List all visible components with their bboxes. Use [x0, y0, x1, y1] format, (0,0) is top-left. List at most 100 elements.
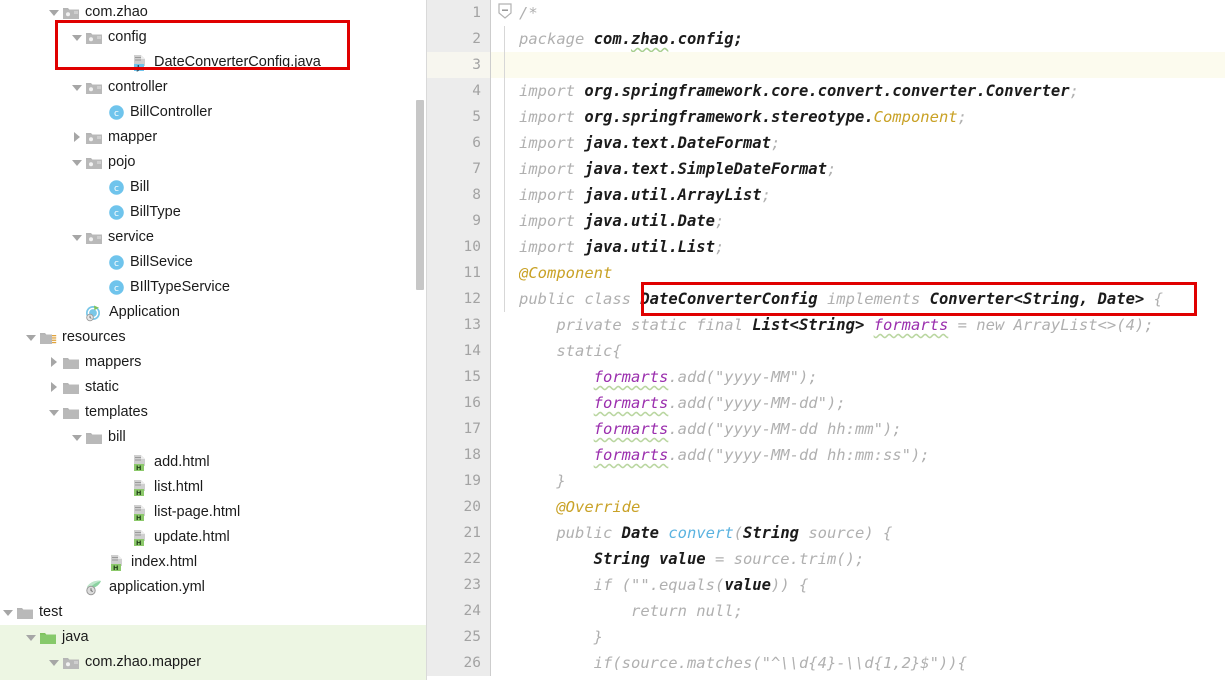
chevron-down-icon[interactable] [46, 400, 62, 425]
code-text[interactable]: package com.zhao.config; [519, 26, 1225, 52]
tree-item-mapper[interactable]: mapper [0, 125, 427, 150]
code-text[interactable]: formarts.add("yyyy-MM-dd hh:mm"); [519, 416, 1225, 442]
project-tree[interactable]: com.zhao config J DateConverterConfig.java c… [0, 0, 427, 680]
tree-item-application-yml[interactable]: application.yml [0, 575, 427, 600]
chevron-down-icon[interactable] [46, 650, 62, 675]
code-line[interactable]: 26 if(source.matches("^\\d{4}-\\d{1,2}$"… [427, 650, 1225, 676]
code-text[interactable]: if ("".equals(value)) { [519, 572, 1225, 598]
code-line[interactable]: 1 /* [427, 0, 1225, 26]
code-text[interactable]: private static final List<String> formar… [519, 312, 1225, 338]
line-number[interactable]: 21 [427, 520, 491, 546]
tree-item-bill[interactable]: bill [0, 425, 427, 450]
code-line[interactable]: 22 String value = source.trim(); [427, 546, 1225, 572]
line-number[interactable]: 15 [427, 364, 491, 390]
code-text[interactable]: formarts.add("yyyy-MM-dd"); [519, 390, 1225, 416]
line-number[interactable]: 23 [427, 572, 491, 598]
code-text[interactable]: import org.springframework.stereotype.Co… [519, 104, 1225, 130]
code-text[interactable]: String value = source.trim(); [519, 546, 1225, 572]
code-line[interactable]: 5 import org.springframework.stereotype.C… [427, 104, 1225, 130]
line-number[interactable]: 6 [427, 130, 491, 156]
code-line[interactable]: 4 import org.springframework.core.convert… [427, 78, 1225, 104]
code-text[interactable]: formarts.add("yyyy-MM-dd hh:mm:ss"); [519, 442, 1225, 468]
chevron-down-icon[interactable] [46, 0, 62, 25]
tree-item-billtype[interactable]: c BillType [0, 200, 427, 225]
line-number[interactable]: 17 [427, 416, 491, 442]
code-text[interactable]: if(source.matches("^\\d{4}-\\d{1,2}$")){ [519, 650, 1225, 676]
line-number[interactable]: 14 [427, 338, 491, 364]
code-text[interactable]: /* [519, 0, 1225, 26]
tree-item-list-html[interactable]: Hlist.html [0, 475, 427, 500]
tree-item-application[interactable]: Application [0, 300, 427, 325]
tree-item-templates[interactable]: templates [0, 400, 427, 425]
line-number[interactable]: 13 [427, 312, 491, 338]
tree-item-service[interactable]: service [0, 225, 427, 250]
chevron-down-icon[interactable] [23, 625, 39, 650]
line-number[interactable]: 7 [427, 156, 491, 182]
tree-item-index-html[interactable]: Hindex.html [0, 550, 427, 575]
code-text[interactable]: } [519, 468, 1225, 494]
code-line[interactable]: 9 import java.util.Date; [427, 208, 1225, 234]
chevron-down-icon[interactable] [69, 25, 85, 50]
project-tree-scrollbar[interactable] [416, 100, 424, 290]
code-line[interactable]: 8 import java.util.ArrayList; [427, 182, 1225, 208]
line-number[interactable]: 10 [427, 234, 491, 260]
code-line[interactable]: 3 [427, 52, 1225, 78]
tree-item-list-page-html[interactable]: Hlist-page.html [0, 500, 427, 525]
code-line[interactable]: 23 if ("".equals(value)) { [427, 572, 1225, 598]
tree-item-test[interactable]: test [0, 600, 427, 625]
code-text[interactable]: import java.text.DateFormat; [519, 130, 1225, 156]
code-text[interactable]: import java.text.SimpleDateFormat; [519, 156, 1225, 182]
line-number[interactable]: 26 [427, 650, 491, 676]
code-line[interactable]: 25 } [427, 624, 1225, 650]
code-line[interactable]: 13 private static final List<String> for… [427, 312, 1225, 338]
code-text[interactable]: import java.util.ArrayList; [519, 182, 1225, 208]
line-number[interactable]: 3 [427, 52, 491, 78]
chevron-down-icon[interactable] [69, 75, 85, 100]
code-line[interactable]: 12 public class DateConverterConfig imple… [427, 286, 1225, 312]
code-text[interactable] [519, 52, 1225, 78]
tree-item-billsevice[interactable]: c BillSevice [0, 250, 427, 275]
line-number[interactable]: 16 [427, 390, 491, 416]
code-text[interactable]: import java.util.Date; [519, 208, 1225, 234]
panel-divider[interactable] [426, 0, 427, 680]
code-line[interactable]: 15 formarts.add("yyyy-MM"); [427, 364, 1225, 390]
line-number[interactable]: 18 [427, 442, 491, 468]
code-line[interactable]: 11 @Component [427, 260, 1225, 286]
tree-item-config[interactable]: config [0, 25, 427, 50]
line-number[interactable]: 1 [427, 0, 491, 26]
tree-item-java[interactable]: java [0, 625, 427, 650]
tree-item-com-zhao-mapper[interactable]: com.zhao.mapper [0, 650, 427, 675]
chevron-down-icon[interactable] [69, 225, 85, 250]
tree-item-add-html[interactable]: Hadd.html [0, 450, 427, 475]
line-number[interactable]: 19 [427, 468, 491, 494]
chevron-right-icon[interactable] [46, 350, 62, 375]
project-tool-window[interactable]: com.zhao config J DateConverterConfig.java c… [0, 0, 427, 680]
code-text[interactable]: import org.springframework.core.convert.… [519, 78, 1225, 104]
code-text[interactable]: import java.util.List; [519, 234, 1225, 260]
code-text[interactable]: } [519, 624, 1225, 650]
code-line[interactable]: 2 package com.zhao.config; [427, 26, 1225, 52]
code-line[interactable]: 18 formarts.add("yyyy-MM-dd hh:mm:ss"); [427, 442, 1225, 468]
code-line[interactable]: 7 import java.text.SimpleDateFormat; [427, 156, 1225, 182]
tree-item-com-zhao[interactable]: com.zhao [0, 0, 427, 25]
code-text[interactable]: return null; [519, 598, 1225, 624]
code-line[interactable]: 24 return null; [427, 598, 1225, 624]
line-number[interactable]: 20 [427, 494, 491, 520]
code-text[interactable]: public class DateConverterConfig impleme… [519, 286, 1225, 312]
line-number[interactable]: 24 [427, 598, 491, 624]
code-line[interactable]: 17 formarts.add("yyyy-MM-dd hh:mm"); [427, 416, 1225, 442]
code-line[interactable]: 16 formarts.add("yyyy-MM-dd"); [427, 390, 1225, 416]
code-text[interactable]: @Component [519, 260, 1225, 286]
code-lines[interactable]: 1 /* 2 package com.zhao.config; 3 4 import org… [427, 0, 1225, 680]
tree-item-bill[interactable]: c Bill [0, 175, 427, 200]
tree-item-static[interactable]: static [0, 375, 427, 400]
code-text[interactable]: static{ [519, 338, 1225, 364]
code-text[interactable]: formarts.add("yyyy-MM"); [519, 364, 1225, 390]
line-number[interactable]: 8 [427, 182, 491, 208]
code-line[interactable]: 21 public Date convert(String source) { [427, 520, 1225, 546]
chevron-down-icon[interactable] [23, 325, 39, 350]
tree-item-dateconverterconfig-java[interactable]: J DateConverterConfig.java [0, 50, 427, 75]
code-fold-toggle[interactable] [491, 0, 519, 26]
code-line[interactable]: 6 import java.text.DateFormat; [427, 130, 1225, 156]
code-line[interactable]: 19 } [427, 468, 1225, 494]
